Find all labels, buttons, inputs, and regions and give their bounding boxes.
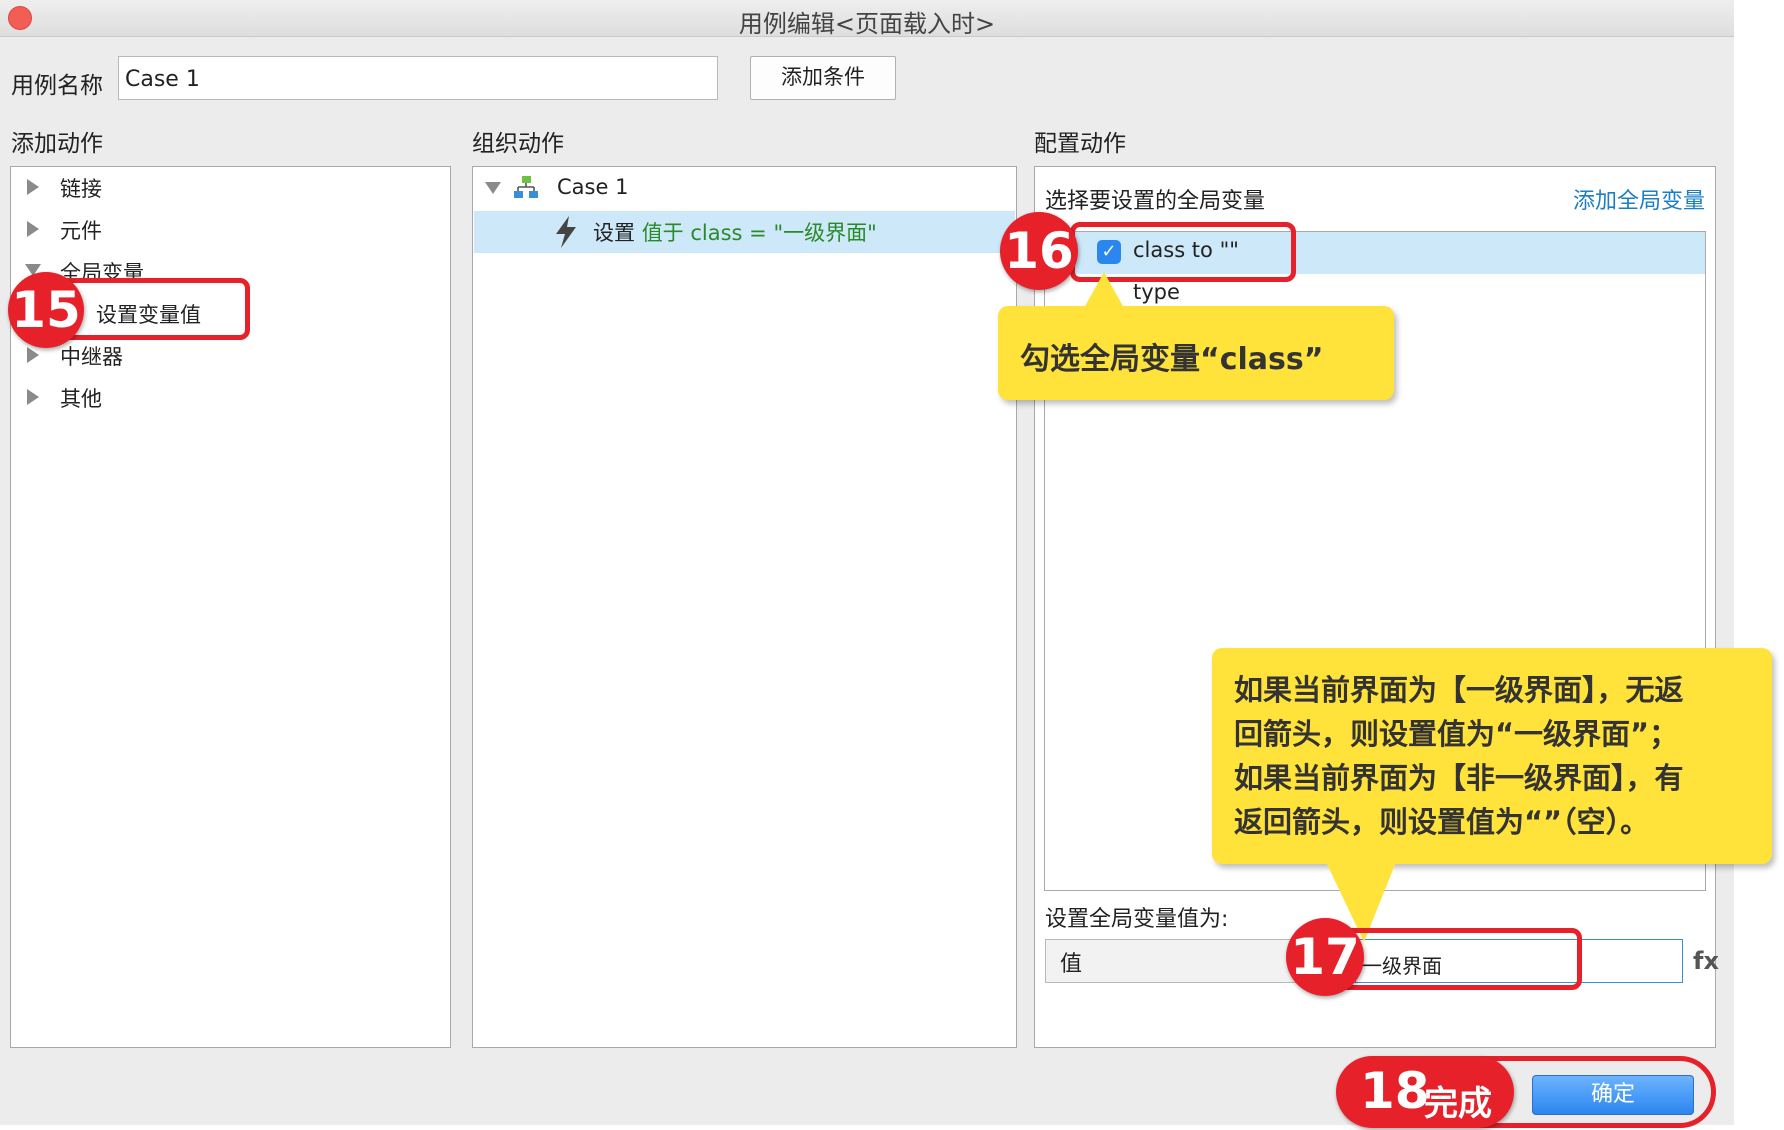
step17-badge: 17 [1286,918,1364,996]
case-item[interactable]: Case 1 [557,175,628,199]
add-condition-button[interactable]: 添加条件 [750,56,896,100]
step18-badge: 18 完成 [1336,1056,1514,1128]
lightning-icon [556,216,576,248]
tree-item-widget[interactable]: 元件 [60,215,102,245]
case-name-input[interactable]: Case 1 [118,56,718,100]
select-global-variable-label: 选择要设置的全局变量 [1045,189,1266,214]
tree-item-repeater[interactable]: 中继器 [60,341,123,371]
expand-arrow-icon[interactable] [27,179,39,195]
callout16: 勾选全局变量“class” [998,306,1394,400]
organize-actions-panel: Case 1 设置 值于 class = "一级界面" [472,166,1017,1048]
callout16-text: 勾选全局变量“class” [1020,342,1324,377]
callout17-line-2: 回箭头，则设置值为“一级界面”； [1234,717,1679,751]
callout17: 如果当前界面为【一级界面】，无返 回箭头，则设置值为“一级界面”； 如果当前界面… [1212,648,1772,864]
expand-arrow-icon[interactable] [27,221,39,237]
step18-number: 18 [1360,1062,1430,1120]
callout16-pointer [1084,272,1124,308]
step16-badge: 16 [1000,212,1078,290]
action-prefix: 设置 [593,221,635,245]
configure-actions-heading: 配置动作 [1034,131,1126,157]
step15-badge: 15 [8,272,84,348]
step18-text: 完成 [1424,1084,1492,1124]
window-title: 用例编辑<页面载入时> [738,10,996,38]
title-bar: 用例编辑<页面载入时> [0,0,1734,38]
case-tree-icon [514,176,538,198]
organize-actions-heading: 组织动作 [472,131,564,157]
callout17-line-1: 如果当前界面为【一级界面】，无返 [1234,673,1684,707]
case-name-label: 用例名称 [11,73,103,99]
callout17-line-4: 返回箭头，则设置值为“”（空）。 [1234,805,1650,839]
tree-item-other[interactable]: 其他 [60,383,102,413]
add-actions-heading: 添加动作 [11,131,103,157]
action-item[interactable]: 设置 值于 class = "一级界面" [593,217,877,247]
tree-item-link[interactable]: 链接 [60,173,102,203]
highlight-step17 [1330,928,1582,990]
expand-arrow-icon[interactable] [27,389,39,405]
fx-label: fx [1693,947,1719,975]
variable-type[interactable]: type [1133,280,1180,304]
highlight-step15 [58,278,250,340]
callout17-line-3: 如果当前界面为【非一级界面】，有 [1234,761,1684,795]
expand-arrow-icon[interactable] [27,347,39,363]
set-value-label: 设置全局变量值为: [1045,907,1229,932]
collapse-arrow-icon[interactable] [485,182,501,194]
action-detail: 值于 class = "一级界面" [641,221,877,245]
add-global-variable-link[interactable]: 添加全局变量 [1573,183,1705,215]
